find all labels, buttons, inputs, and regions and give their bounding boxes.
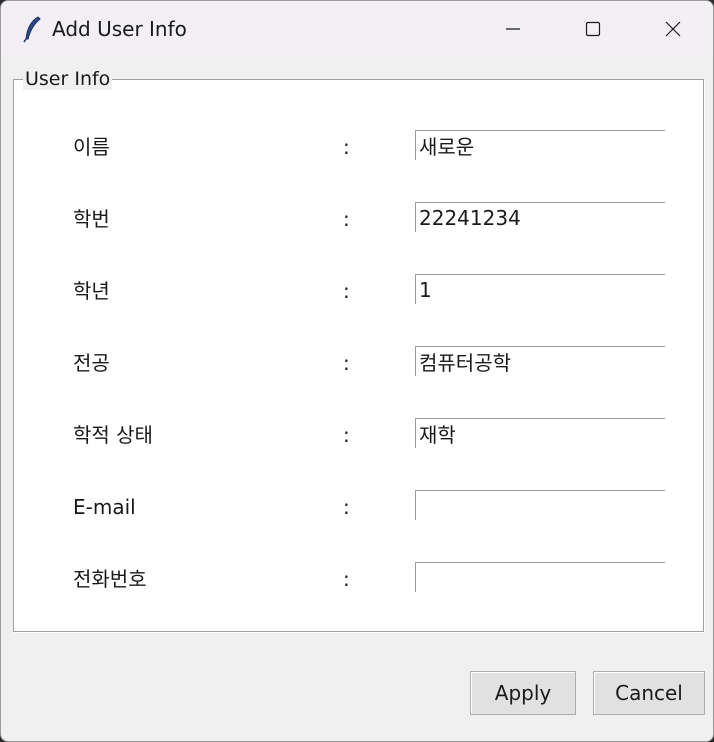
name-colon: : — [343, 135, 350, 159]
email-label: E-mail — [73, 495, 136, 519]
student-id-field[interactable] — [415, 202, 665, 232]
grade-colon: : — [343, 279, 350, 303]
enrollment-status-field[interactable] — [415, 418, 665, 448]
enrollment-status-input[interactable] — [416, 419, 665, 448]
close-icon — [665, 21, 681, 36]
enrollment-status-label: 학적 상태 — [73, 423, 153, 447]
major-input[interactable] — [416, 347, 665, 376]
minimize-icon — [506, 27, 520, 30]
dialog-body: User Info 이름 : 학번 : 학년 : 전공 : 학적 상태 : — [1, 56, 713, 741]
name-field[interactable] — [415, 130, 665, 160]
student-id-label: 학번 — [73, 207, 110, 231]
phone-label: 전화번호 — [73, 567, 147, 591]
email-colon: : — [343, 495, 350, 519]
title-bar[interactable]: Add User Info — [1, 1, 713, 56]
student-id-colon: : — [343, 207, 350, 231]
email-input[interactable] — [416, 491, 665, 520]
maximize-button[interactable] — [553, 1, 633, 56]
name-input[interactable] — [416, 131, 665, 160]
phone-field[interactable] — [415, 562, 665, 592]
close-button[interactable] — [633, 1, 713, 56]
major-label: 전공 — [73, 351, 110, 375]
cancel-button[interactable]: Cancel — [593, 671, 705, 715]
enrollment-status-colon: : — [343, 423, 350, 447]
maximize-icon — [585, 21, 601, 36]
student-id-input[interactable] — [416, 203, 665, 232]
grade-input[interactable] — [416, 275, 665, 304]
name-label: 이름 — [73, 135, 110, 159]
phone-input[interactable] — [416, 563, 665, 592]
grade-field[interactable] — [415, 274, 665, 304]
email-field[interactable] — [415, 490, 665, 520]
major-colon: : — [343, 351, 350, 375]
major-field[interactable] — [415, 346, 665, 376]
apply-button[interactable]: Apply — [470, 671, 576, 715]
feather-icon — [23, 16, 41, 43]
window-title: Add User Info — [52, 17, 187, 41]
phone-colon: : — [343, 567, 350, 591]
grade-label: 학년 — [73, 279, 110, 303]
add-user-info-window: Add User Info User Info 이름 : 학번 — [0, 0, 714, 742]
user-info-legend: User Info — [23, 68, 113, 90]
minimize-button[interactable] — [473, 1, 553, 56]
